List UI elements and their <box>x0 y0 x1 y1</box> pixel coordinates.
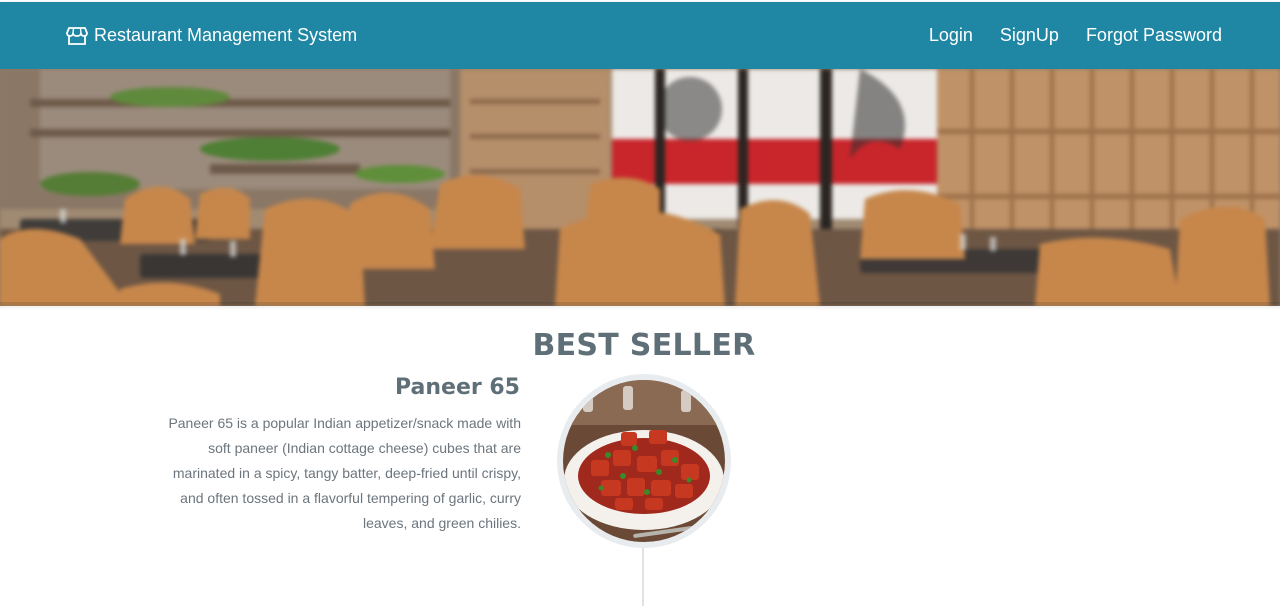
hero-shadow <box>0 302 1280 310</box>
hero-banner-image <box>0 69 1280 306</box>
brand-link[interactable]: Restaurant Management System <box>66 2 357 69</box>
timeline-line <box>642 548 644 606</box>
dish-image <box>563 380 725 542</box>
best-seller-heading: BEST SELLER <box>532 328 756 363</box>
forgot-password-link[interactable]: Forgot Password <box>1086 25 1222 46</box>
brand-label: Restaurant Management System <box>94 25 358 45</box>
store-icon <box>66 25 88 47</box>
item-title: Paneer 65 <box>394 375 520 400</box>
nav-links: Login SignUp Forgot Password <box>929 2 1222 69</box>
navbar: Restaurant Management System Login SignU… <box>0 2 1280 69</box>
dish-image-frame <box>557 374 731 548</box>
item-description: Paneer 65 is a popular Indian appetizer/… <box>168 415 521 531</box>
signup-link[interactable]: SignUp <box>1000 25 1059 46</box>
login-link[interactable]: Login <box>929 25 973 46</box>
